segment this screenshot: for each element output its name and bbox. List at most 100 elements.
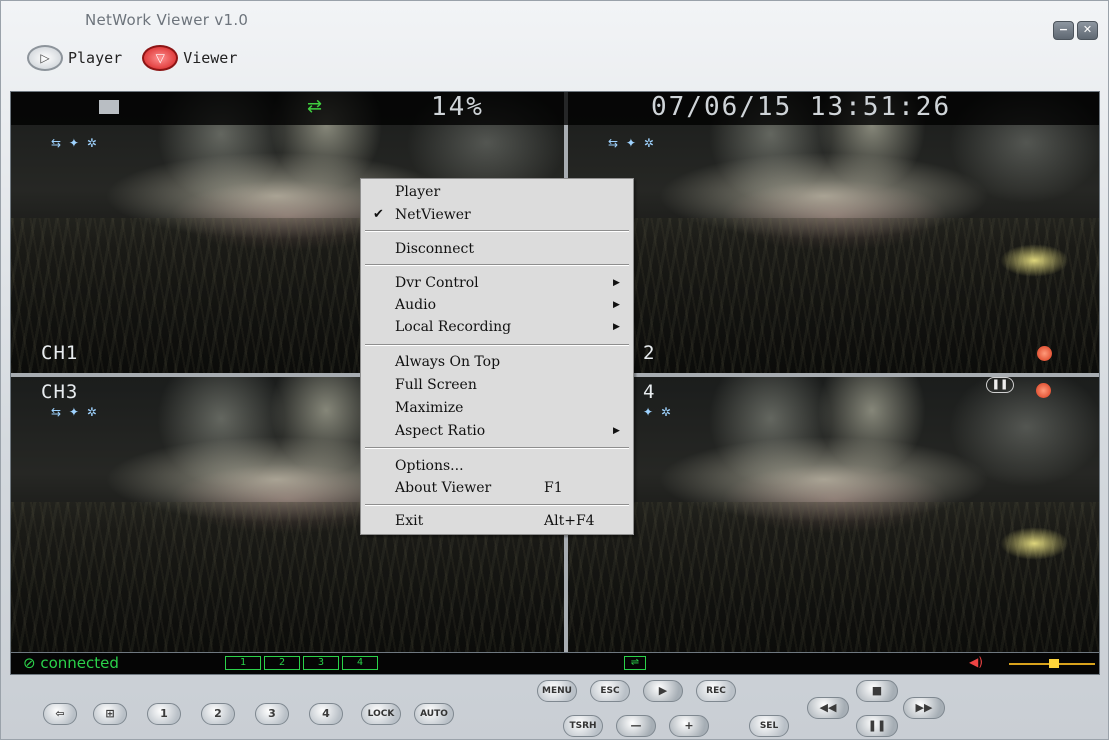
camera-status-icons: ⇆ ✦ ✲ <box>608 136 656 150</box>
link-icon: ⊘ <box>23 654 36 672</box>
minimize-button[interactable]: − <box>1053 21 1074 40</box>
channel-4-button[interactable]: 4 <box>309 703 343 725</box>
tsrh-button[interactable]: TSRH <box>563 715 603 737</box>
menu-button[interactable]: MENU <box>537 680 577 702</box>
rec-button[interactable]: REC <box>696 680 736 702</box>
menu-item-label: Local Recording <box>395 319 512 335</box>
minus-icon: — <box>630 719 642 732</box>
channel-2-button[interactable]: 2 <box>201 703 235 725</box>
minus-button[interactable]: — <box>616 715 656 737</box>
channel-indicators: 1 2 3 4 <box>225 656 378 670</box>
volume-icon[interactable]: ◀) <box>969 655 983 669</box>
stage-light <box>999 526 1070 560</box>
channel-1-button[interactable]: 1 <box>147 703 181 725</box>
camera-pane-2[interactable]: ⇆ ✦ ✲ 2 <box>568 92 1099 373</box>
menu-item-maximize[interactable]: Maximize <box>361 397 633 419</box>
menu-separator <box>365 447 629 449</box>
channel-indicator-3[interactable]: 3 <box>303 656 339 670</box>
connection-status-text: connected <box>40 654 119 672</box>
menu-separator <box>365 344 629 346</box>
channel-indicator-1[interactable]: 1 <box>225 656 261 670</box>
menu-item-exit[interactable]: Exit Alt+F4 <box>361 510 633 532</box>
stage-light <box>999 243 1070 278</box>
menu-item-options[interactable]: Options... <box>361 455 633 477</box>
channel-indicator-4[interactable]: 4 <box>342 656 378 670</box>
menu-item-about-viewer[interactable]: About Viewer F1 <box>361 477 633 499</box>
menu-item-shortcut: Alt+F4 <box>544 513 595 529</box>
auto-button[interactable]: AUTO <box>414 703 454 725</box>
menu-item-label: Always On Top <box>395 354 501 370</box>
record-indicator-icon <box>1037 346 1052 361</box>
menu-item-label: Full Screen <box>395 377 477 393</box>
pause-button[interactable]: ❚❚ <box>856 715 898 737</box>
play-button[interactable]: ▶ <box>643 680 683 702</box>
tab-player[interactable]: ▷ Player <box>27 45 122 71</box>
window-title: NetWork Viewer v1.0 <box>85 11 249 29</box>
lock-button[interactable]: LOCK <box>361 703 401 725</box>
menu-separator <box>365 230 629 232</box>
menu-item-label: Disconnect <box>395 241 474 257</box>
volume-slider-thumb[interactable] <box>1049 659 1059 668</box>
network-transfer-icon: ⇄ <box>307 96 323 117</box>
menu-item-local-recording[interactable]: Local Recording ▶ <box>361 316 633 338</box>
camera-label-3: CH3 <box>41 381 79 403</box>
hdd-icon <box>99 100 119 114</box>
channel-3-button[interactable]: 3 <box>255 703 289 725</box>
camera-status-icons: ⇆ ✦ ✲ <box>51 405 99 419</box>
submenu-arrow-icon: ▶ <box>613 278 620 288</box>
mode-tabs: ▷ Player ▽ Viewer <box>27 45 237 71</box>
channel-indicator-2[interactable]: 2 <box>264 656 300 670</box>
menu-item-netviewer[interactable]: ✔ NetViewer <box>361 204 633 226</box>
channel-4-label: 4 <box>322 707 330 720</box>
close-button[interactable]: ✕ <box>1077 21 1098 40</box>
control-bar: ⇦ ⊞ 1 2 3 4 LOCK AUTO MENU ESC ▶ REC TSR… <box>1 676 1108 739</box>
plus-button[interactable]: + <box>669 715 709 737</box>
menu-item-player[interactable]: Player <box>361 181 633 203</box>
rewind-icon: ◀◀ <box>819 701 837 714</box>
camera-label-4: 4 <box>643 381 656 403</box>
osd-datetime: 07/06/15 13:51:26 <box>651 92 952 122</box>
stop-button[interactable]: ■ <box>856 680 898 702</box>
quad-layout-icon: ⊞ <box>105 707 115 720</box>
play-icon: ▶ <box>658 684 668 697</box>
camera-label-1: CH1 <box>41 342 79 364</box>
menu-item-disconnect[interactable]: Disconnect <box>361 238 633 260</box>
context-menu: Player ✔ NetViewer Disconnect Dvr Contro… <box>360 178 634 535</box>
submenu-arrow-icon: ▶ <box>613 322 620 332</box>
network-icon: ⇌ <box>624 656 646 670</box>
plus-icon: + <box>684 719 694 732</box>
esc-button[interactable]: ESC <box>590 680 630 702</box>
menu-item-label: Maximize <box>395 400 464 416</box>
menu-item-full-screen[interactable]: Full Screen <box>361 374 633 396</box>
menu-item-aspect-ratio[interactable]: Aspect Ratio ▶ <box>361 420 633 442</box>
app-window: NetWork Viewer v1.0 − ✕ ▷ Player ▽ Viewe… <box>0 0 1109 740</box>
window-controls: − ✕ <box>1053 21 1098 40</box>
tab-viewer-label: Viewer <box>183 49 238 67</box>
back-icon: ⇦ <box>55 707 65 720</box>
quad-layout-button[interactable]: ⊞ <box>93 703 127 725</box>
pause-icon: ❚❚ <box>867 719 887 732</box>
fast-forward-icon: ▶▶ <box>915 701 933 714</box>
channel-3-label: 3 <box>268 707 276 720</box>
menu-item-label: Exit <box>395 513 424 529</box>
status-strip: ⊘ connected 1 2 3 4 ⇌ ◀) <box>10 653 1100 675</box>
stop-icon: ■ <box>871 684 883 697</box>
menu-item-audio[interactable]: Audio ▶ <box>361 294 633 316</box>
menu-item-label: Aspect Ratio <box>395 423 486 439</box>
fast-forward-button[interactable]: ▶▶ <box>903 697 945 719</box>
viewer-icon: ▽ <box>142 45 179 71</box>
camera-pane-4[interactable]: 4 ✦ ✲ ❚❚ <box>568 377 1099 652</box>
sel-button[interactable]: SEL <box>749 715 789 737</box>
tab-viewer[interactable]: ▽ Viewer <box>142 45 237 71</box>
menu-item-dvr-control[interactable]: Dvr Control ▶ <box>361 272 633 294</box>
menu-item-label: Dvr Control <box>395 275 479 291</box>
back-button[interactable]: ⇦ <box>43 703 77 725</box>
channel-2-label: 2 <box>214 707 222 720</box>
menu-item-always-on-top[interactable]: Always On Top <box>361 351 633 373</box>
record-indicator-icon <box>1036 383 1051 398</box>
rewind-button[interactable]: ◀◀ <box>807 697 849 719</box>
menu-item-label: Player <box>395 184 441 200</box>
camera-label-2: 2 <box>643 342 656 364</box>
menu-item-label: Audio <box>395 297 436 313</box>
menu-separator <box>365 504 629 506</box>
